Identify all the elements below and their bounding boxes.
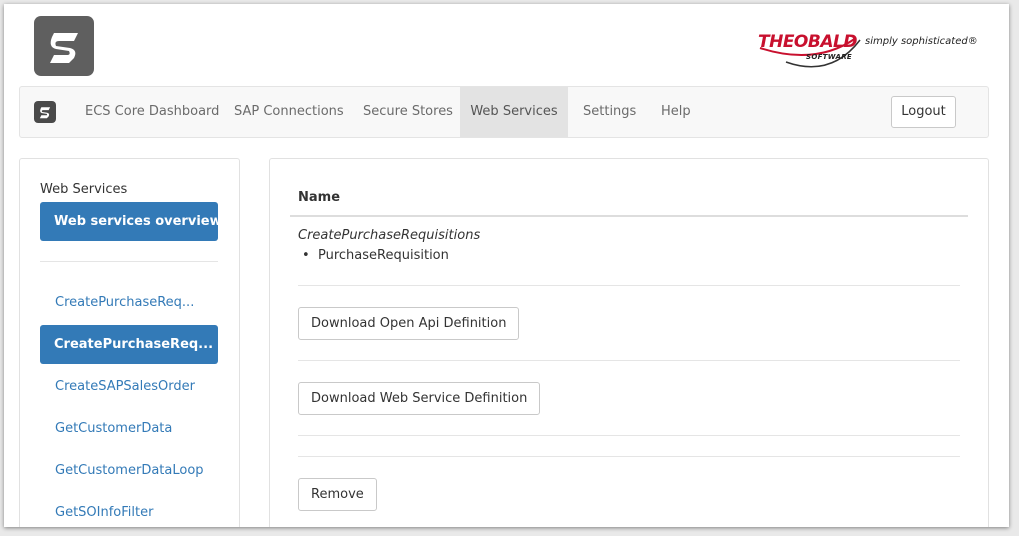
- nav-help[interactable]: Help: [661, 87, 691, 137]
- sidebar-title: Web Services: [40, 182, 128, 197]
- download-openapi-button[interactable]: Download Open Api Definition: [298, 307, 520, 340]
- brand-sub: SOFTWARE: [806, 53, 853, 61]
- header-divider: [290, 215, 968, 217]
- nav-sap-connections[interactable]: SAP Connections: [234, 87, 344, 137]
- nav-home-logo-icon[interactable]: [34, 101, 56, 123]
- parameter-list-item: PurchaseRequisition: [302, 248, 449, 263]
- web-services-overview-button[interactable]: Web services overview: [40, 202, 218, 241]
- nav-ecs-core-dashboard[interactable]: ECS Core Dashboard: [85, 87, 219, 137]
- sidebar-item-create-sap-sales-order[interactable]: CreateSAPSalesOrder: [55, 379, 195, 394]
- column-header-name: Name: [298, 190, 341, 205]
- theobald-logo: THEOBALD SOFTWARE simply sophisticated®: [756, 18, 981, 78]
- logout-button[interactable]: Logout: [891, 96, 956, 128]
- remove-button[interactable]: Remove: [298, 478, 377, 511]
- sidebar-divider: [40, 261, 218, 262]
- sidebar-item-create-purchase-req-active[interactable]: CreatePurchaseReq...: [40, 325, 218, 364]
- brand-name: THEOBALD: [758, 32, 857, 52]
- top-navbar: ECS Core Dashboard SAP Connections Secur…: [19, 86, 989, 138]
- row-divider: [298, 360, 960, 361]
- main-panel: Name CreatePurchaseRequisitions Purchase…: [269, 158, 989, 527]
- brand-tagline: simply sophisticated®: [865, 36, 978, 47]
- service-name: CreatePurchaseRequisitions: [298, 228, 481, 243]
- sidebar-item-get-customer-data[interactable]: GetCustomerData: [55, 421, 172, 436]
- sidebar-item-create-purchase-req[interactable]: CreatePurchaseReq...: [55, 295, 194, 310]
- nav-web-services[interactable]: Web Services: [460, 87, 568, 137]
- row-divider: [298, 435, 960, 436]
- sidebar-item-get-customer-data-loop[interactable]: GetCustomerDataLoop: [55, 463, 204, 478]
- sidebar: Web Services Web services overview Creat…: [19, 158, 240, 527]
- app-window: THEOBALD SOFTWARE simply sophisticated® …: [4, 4, 1009, 527]
- row-divider: [298, 456, 960, 457]
- s-logo-icon: [34, 16, 94, 76]
- download-web-service-button[interactable]: Download Web Service Definition: [298, 382, 541, 415]
- nav-settings[interactable]: Settings: [583, 87, 636, 137]
- row-divider: [298, 285, 960, 286]
- nav-secure-stores[interactable]: Secure Stores: [363, 87, 453, 137]
- sidebar-item-get-so-info-filter[interactable]: GetSOInfoFilter: [55, 505, 153, 520]
